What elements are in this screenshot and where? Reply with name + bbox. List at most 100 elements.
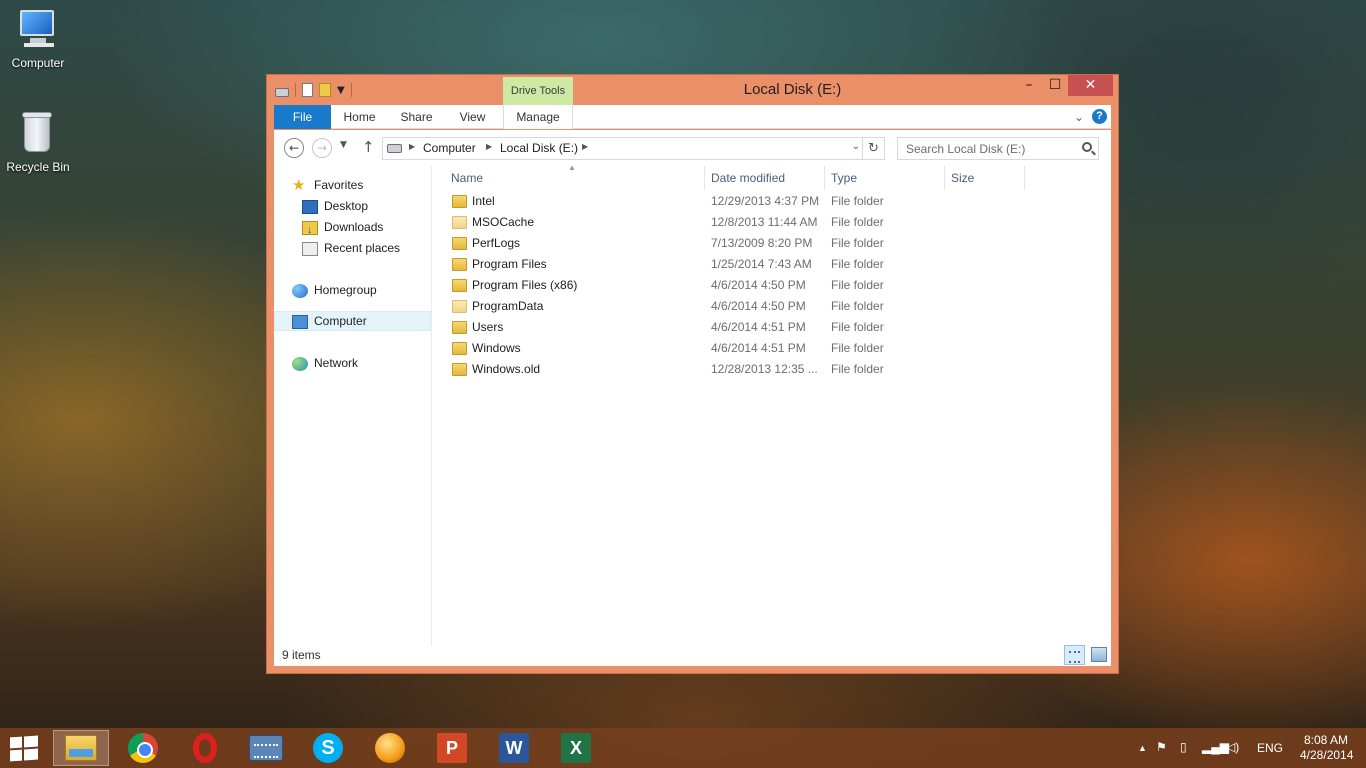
nav-item-label: Favorites xyxy=(314,178,364,192)
taskbar-powerpoint[interactable]: P xyxy=(424,730,480,766)
nav-item-computer[interactable]: Computer xyxy=(292,311,367,331)
file-type: File folder xyxy=(831,236,884,250)
address-bar[interactable]: ▶ Computer ▶ Local Disk (E:) ▶ ⌄ ↻ xyxy=(382,137,885,160)
explorer-content: ← → ▼ ↑ ▶ Computer ▶ Local Disk (E:) ▶ ⌄… xyxy=(274,130,1111,666)
search-input[interactable]: Search Local Disk (E:) xyxy=(897,137,1099,160)
file-type: File folder xyxy=(831,278,884,292)
nav-item-desktop[interactable]: Desktop xyxy=(302,196,368,216)
taskbar-word[interactable]: W xyxy=(486,730,542,766)
file-type: File folder xyxy=(831,299,884,313)
windows-start-icon[interactable] xyxy=(10,735,38,762)
column-header-name[interactable]: Name xyxy=(445,166,705,190)
input-language[interactable]: ENG xyxy=(1257,741,1283,755)
file-type: File folder xyxy=(831,341,884,355)
file-name: Users xyxy=(472,320,504,334)
column-header-date-modified[interactable]: Date modified xyxy=(705,166,825,190)
taskbar: S P W X ▲ ⚑ ▯ ▂▄▆ ◁) ENG 8:08 AM 4/28/20… xyxy=(0,728,1366,768)
taskbar-pidgin[interactable] xyxy=(362,730,418,766)
recycle-bin-icon xyxy=(14,112,62,156)
file-date: 1/25/2014 7:43 AM xyxy=(711,257,812,271)
breadcrumb-computer[interactable]: Computer xyxy=(423,141,476,155)
tab-view[interactable]: View xyxy=(445,105,500,129)
show-hidden-icons-chevron-icon[interactable]: ▲ xyxy=(1138,743,1147,753)
file-name: Program Files (x86) xyxy=(472,278,578,292)
clock-time: 8:08 AM xyxy=(1303,733,1349,747)
file-row[interactable]: Windows.old 12/28/2013 12:35 ... File fo… xyxy=(445,359,1105,380)
chrome-icon xyxy=(128,733,158,763)
breadcrumb-separator-icon[interactable]: ▶ xyxy=(486,142,492,151)
nav-item-label: Homegroup xyxy=(314,283,377,297)
column-header-size[interactable]: Size xyxy=(945,166,1025,190)
file-row[interactable]: Users 4/6/2014 4:51 PM File folder xyxy=(445,317,1105,338)
tab-share[interactable]: Share xyxy=(388,105,445,129)
word-icon: W xyxy=(499,733,529,763)
taskbar-chrome[interactable] xyxy=(115,730,171,766)
tab-file[interactable]: File xyxy=(274,105,331,129)
homegroup-icon xyxy=(292,283,308,298)
taskbar-excel[interactable]: X xyxy=(548,730,604,766)
breadcrumb-local-disk[interactable]: Local Disk (E:) xyxy=(500,141,578,155)
file-date: 7/13/2009 8:20 PM xyxy=(711,236,813,250)
status-bar: 9 items xyxy=(274,644,1111,666)
folder-icon xyxy=(452,216,467,229)
minimize-button[interactable]: – xyxy=(1016,75,1042,96)
expand-ribbon-chevron-icon[interactable]: ⌄ xyxy=(1074,110,1084,124)
file-row[interactable]: Intel 12/29/2013 4:37 PM File folder xyxy=(445,191,1105,212)
recent-locations-chevron-icon[interactable]: ▼ xyxy=(340,140,347,150)
back-button[interactable]: ← xyxy=(284,138,304,158)
large-icons-view-icon[interactable] xyxy=(1091,647,1107,662)
file-row[interactable]: Program Files (x86) 4/6/2014 4:50 PM Fil… xyxy=(445,275,1105,296)
nav-item-homegroup[interactable]: Homegroup xyxy=(292,280,377,300)
folder-icon xyxy=(452,363,467,376)
opera-icon xyxy=(193,733,217,763)
file-name: Windows xyxy=(472,341,521,355)
breadcrumb-separator-icon[interactable]: ▶ xyxy=(582,142,588,151)
file-row[interactable]: PerfLogs 7/13/2009 8:20 PM File folder xyxy=(445,233,1105,254)
desktop-icon xyxy=(302,199,318,214)
refresh-icon[interactable]: ↻ xyxy=(862,138,884,159)
up-button[interactable]: ↑ xyxy=(362,138,375,156)
taskbar-opera[interactable] xyxy=(177,730,233,766)
nav-item-network[interactable]: Network xyxy=(292,353,358,373)
nav-item-downloads[interactable]: Downloads xyxy=(302,217,384,240)
maximize-button[interactable]: ☐ xyxy=(1042,75,1068,96)
address-dropdown-chevron-icon[interactable]: ⌄ xyxy=(852,141,860,152)
battery-icon[interactable]: ▯ xyxy=(1180,740,1187,754)
file-date: 12/28/2013 12:35 ... xyxy=(711,362,818,376)
folder-icon xyxy=(452,237,467,250)
tab-home[interactable]: Home xyxy=(331,105,388,129)
help-icon[interactable]: ? xyxy=(1092,109,1107,124)
details-view-icon[interactable] xyxy=(1064,645,1085,665)
tab-manage[interactable]: Manage xyxy=(503,105,573,129)
column-header-type[interactable]: Type xyxy=(825,166,945,190)
search-icon[interactable] xyxy=(1082,142,1092,152)
nav-item-favorites[interactable]: ★ Favorites xyxy=(292,175,363,195)
action-center-flag-icon[interactable]: ⚑ xyxy=(1156,740,1167,754)
file-row[interactable]: ProgramData 4/6/2014 4:50 PM File folder xyxy=(445,296,1105,317)
close-button[interactable]: ✕ xyxy=(1068,75,1113,96)
forward-button[interactable]: → xyxy=(312,138,332,158)
title-bar[interactable]: ▼ Drive Tools Local Disk (E:) – ☐ ✕ xyxy=(267,75,1118,105)
keyboard-icon xyxy=(249,735,283,761)
file-row[interactable]: MSOCache 12/8/2013 11:44 AM File folder xyxy=(445,212,1105,233)
file-date: 4/6/2014 4:50 PM xyxy=(711,299,806,313)
taskbar-skype[interactable]: S xyxy=(300,730,356,766)
desktop-icon-recycle-bin[interactable]: Recycle Bin xyxy=(0,112,76,174)
volume-icon[interactable]: ◁) xyxy=(1226,740,1239,754)
search-placeholder: Search Local Disk (E:) xyxy=(906,142,1026,156)
clock[interactable]: 8:08 AM 4/28/2014 xyxy=(1300,733,1353,763)
network-signal-icon[interactable]: ▂▄▆ xyxy=(1202,740,1229,754)
desktop-icon-label: Recycle Bin xyxy=(6,160,70,174)
taskbar-file-explorer[interactable] xyxy=(53,730,109,766)
nav-item-label: Downloads xyxy=(324,220,384,234)
nav-item-recent-places[interactable]: Recent places xyxy=(302,238,400,258)
desktop-icon-computer[interactable]: Computer xyxy=(0,8,76,70)
file-row[interactable]: Windows 4/6/2014 4:51 PM File folder xyxy=(445,338,1105,359)
folder-icon xyxy=(452,300,467,313)
breadcrumb-separator-icon[interactable]: ▶ xyxy=(409,142,415,151)
file-row[interactable]: Program Files 1/25/2014 7:43 AM File fol… xyxy=(445,254,1105,275)
desktop-icon-label: Computer xyxy=(11,56,65,70)
nav-item-label: Computer xyxy=(314,314,367,328)
file-list: ▲ Name Date modified Type Size Intel 12/… xyxy=(433,163,1111,646)
taskbar-on-screen-keyboard[interactable] xyxy=(238,730,294,766)
